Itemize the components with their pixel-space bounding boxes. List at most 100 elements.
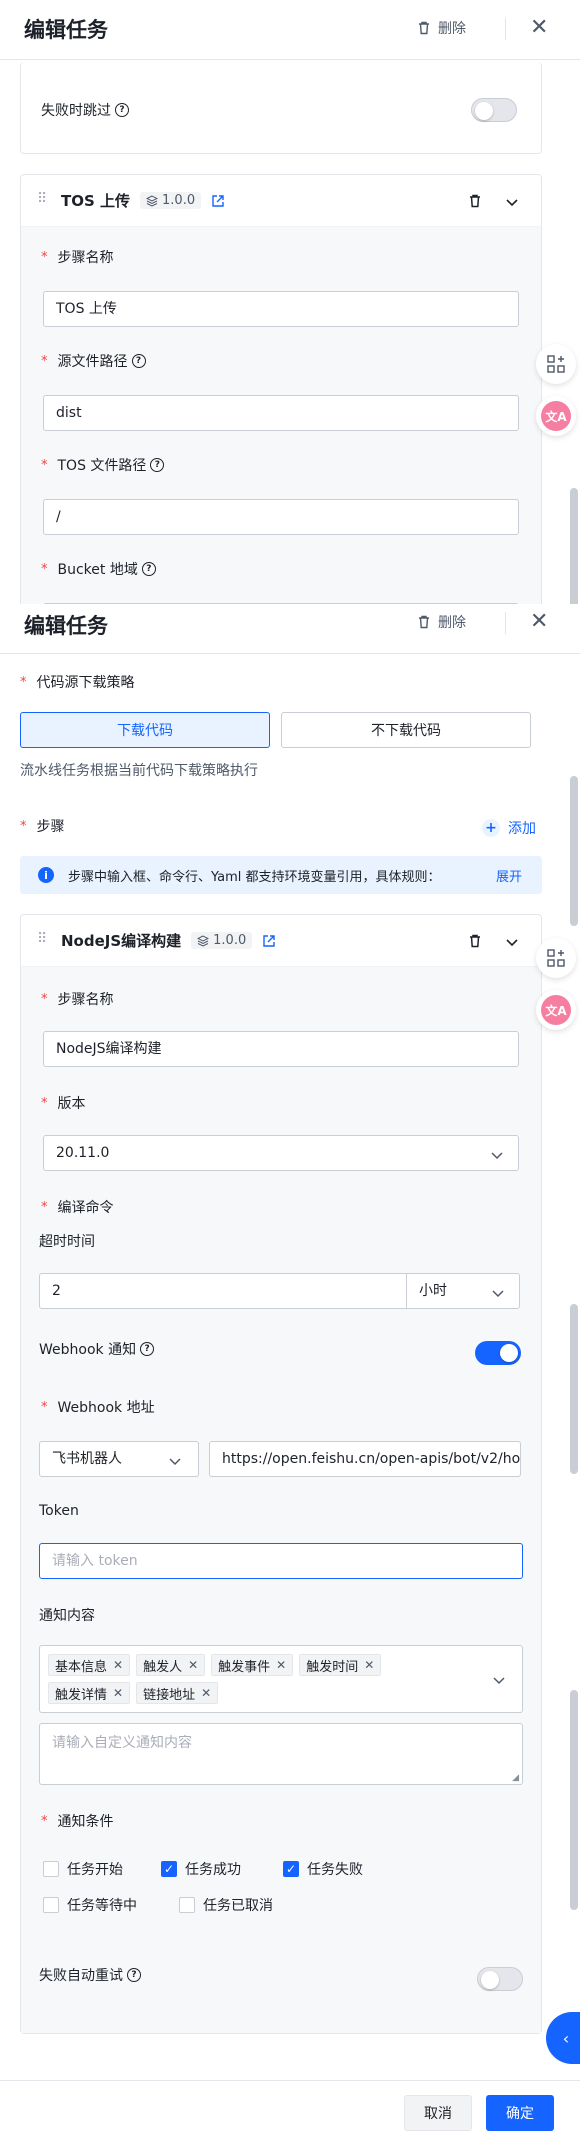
no-download-code-option[interactable]: 不下载代码 — [281, 712, 531, 748]
external-link-icon[interactable] — [211, 194, 225, 208]
webhook-url-input[interactable]: https://open.feishu.cn/open-apis/bot/v2/… — [209, 1441, 521, 1477]
help-icon[interactable]: ? — [141, 562, 156, 576]
help-icon[interactable]: ? — [127, 1968, 141, 1982]
condition-checkbox[interactable]: ✓ 任务成功 — [161, 1859, 241, 1879]
skip-on-fail-label: 失败时跳过 ? — [41, 100, 129, 120]
webhook-label: Webhook 通知? — [39, 1339, 155, 1359]
chevron-left-icon: ‹ — [562, 2028, 570, 2048]
add-step-button[interactable]: + 添加 — [482, 818, 536, 838]
content-tag: 基本信息 ✕ — [48, 1654, 131, 1676]
delete-button[interactable]: 删除 — [416, 18, 466, 38]
scrollbar-thumb[interactable] — [570, 776, 578, 926]
timeout-label: 超时时间 — [39, 1234, 95, 1250]
step-name-label: * 步骤名称 — [41, 249, 114, 267]
source-path-input[interactable]: dist — [43, 395, 519, 431]
remove-tag-icon[interactable]: ✕ — [364, 1658, 374, 1672]
apps-add-icon — [547, 949, 565, 967]
trash-icon — [419, 21, 429, 35]
tos-path-label: * TOS 文件路径? — [41, 455, 165, 475]
card-header: ⠿ TOS 上传 1.0.0 — [21, 175, 541, 227]
remove-tag-icon[interactable]: ✕ — [188, 1658, 198, 1672]
chevron-down-icon[interactable] — [505, 935, 519, 949]
token-input[interactable]: 请输入 token — [39, 1543, 523, 1579]
card-title: TOS 上传 — [61, 192, 131, 210]
content-tag: 触发人 ✕ — [136, 1654, 206, 1676]
drawer-footer: 取消 确定 — [0, 2080, 580, 2137]
step-name-input[interactable]: TOS 上传 — [43, 291, 519, 327]
chevron-down-icon — [493, 1677, 505, 1685]
apps-add-button[interactable] — [536, 938, 576, 978]
drawer-title: 编辑任务 — [24, 614, 108, 638]
remove-tag-icon[interactable]: ✕ — [113, 1658, 123, 1672]
help-icon[interactable]: ? — [115, 103, 129, 117]
close-icon[interactable]: ✕ — [530, 610, 548, 634]
content-tag: 触发时间 ✕ — [299, 1654, 382, 1676]
webhook-address-label: * Webhook 地址 — [41, 1399, 155, 1417]
external-link-icon[interactable] — [262, 934, 276, 948]
remove-tag-icon[interactable]: ✕ — [201, 1686, 211, 1700]
build-command-label: * 编译命令 — [41, 1199, 114, 1217]
condition-checkbox[interactable]: ✓ 任务失败 — [283, 1859, 363, 1879]
help-icon[interactable]: ? — [131, 354, 146, 368]
version-label: * 版本 — [41, 1095, 86, 1113]
webhook-type-select[interactable]: 飞书机器人 — [39, 1441, 199, 1477]
remove-tag-icon[interactable]: ✕ — [276, 1658, 286, 1672]
version-select[interactable]: 20.11.0 — [43, 1135, 519, 1171]
expand-link[interactable]: 展开 — [496, 866, 522, 885]
close-icon[interactable]: ✕ — [530, 16, 548, 40]
download-code-option[interactable]: 下载代码 — [20, 712, 270, 748]
condition-checkbox[interactable]: 任务开始 — [43, 1859, 123, 1879]
remove-tag-icon[interactable]: ✕ — [113, 1686, 123, 1700]
translate-icon: 文A — [541, 995, 571, 1025]
content-tag: 触发事件 ✕ — [211, 1654, 294, 1676]
condition-checkbox[interactable]: 任务已取消 — [179, 1895, 273, 1915]
source-path-label: * 源文件路径? — [41, 351, 146, 371]
chevron-down-icon[interactable] — [505, 195, 519, 209]
scrollbar-thumb[interactable] — [570, 1690, 578, 1910]
help-icon[interactable]: ? — [150, 458, 165, 472]
trash-icon — [419, 615, 429, 629]
delete-button[interactable]: 删除 — [416, 612, 466, 632]
content-tag: 链接地址 ✕ — [136, 1682, 219, 1704]
tag-list: 基本信息 ✕ 触发人 ✕ 触发事件 ✕ 触发时间 ✕ 触发详情 ✕ 链接地址 ✕ — [48, 1654, 468, 1704]
trash-icon[interactable] — [467, 193, 483, 209]
tos-upload-card: ⠿ TOS 上传 1.0.0 * 步骤名称 TOS 上传 * 源文件路径? dist… — [20, 174, 542, 614]
info-text: 步骤中输入框、命令行、Yaml 都支持环境变量引用，具体规则： — [68, 870, 441, 885]
info-banner: i 步骤中输入框、命令行、Yaml 都支持环境变量引用，具体规则： 展开 — [20, 856, 542, 894]
drawer-header: 编辑任务 删除 ✕ — [0, 0, 580, 60]
scrollbar-thumb[interactable] — [570, 1304, 578, 1474]
confirm-button[interactable]: 确定 — [486, 2095, 554, 2131]
auto-retry-toggle[interactable] — [477, 1967, 523, 1991]
drag-handle-icon[interactable]: ⠿ — [37, 931, 47, 947]
step-name-input[interactable]: NodeJS编译构建 — [43, 1031, 519, 1067]
notify-content-label: 通知内容 — [39, 1608, 95, 1624]
translate-button[interactable]: 文A — [536, 396, 576, 436]
apps-add-button[interactable] — [536, 344, 576, 384]
version-badge: 1.0.0 — [140, 192, 202, 209]
custom-content-textarea[interactable]: 请输入自定义通知内容 ◢ — [39, 1723, 523, 1785]
chevron-down-icon — [169, 1458, 181, 1466]
resize-handle-icon[interactable]: ◢ — [512, 1773, 519, 1783]
scrollbar-thumb[interactable] — [570, 488, 578, 616]
layers-icon — [197, 934, 210, 947]
skip-on-fail-toggle[interactable] — [471, 98, 517, 122]
cancel-button[interactable]: 取消 — [404, 2095, 472, 2131]
header-divider — [505, 18, 506, 40]
drag-handle-icon[interactable]: ⠿ — [37, 191, 47, 207]
collapse-panel-button[interactable]: ‹ — [546, 2012, 580, 2064]
condition-checkbox[interactable]: 任务等待中 — [43, 1895, 137, 1915]
webhook-toggle[interactable] — [475, 1341, 521, 1365]
checkmark-icon: ✓ — [161, 1861, 177, 1877]
token-label: Token — [39, 1503, 79, 1519]
timeout-unit-select[interactable]: 小时 — [406, 1273, 520, 1309]
notify-content-select[interactable]: 基本信息 ✕ 触发人 ✕ 触发事件 ✕ 触发时间 ✕ 触发详情 ✕ 链接地址 ✕ — [39, 1645, 523, 1713]
content-tag: 触发详情 ✕ — [48, 1682, 131, 1704]
checkbox-box — [179, 1897, 195, 1913]
download-strategy-label: * 代码源下载策略 — [20, 674, 135, 692]
timeout-input[interactable]: 2 — [39, 1273, 407, 1309]
notify-condition-label: * 通知条件 — [41, 1813, 114, 1831]
trash-icon[interactable] — [467, 933, 483, 949]
translate-button[interactable]: 文A — [536, 990, 576, 1030]
tos-path-input[interactable]: / — [43, 499, 519, 535]
help-icon[interactable]: ? — [140, 1342, 155, 1356]
